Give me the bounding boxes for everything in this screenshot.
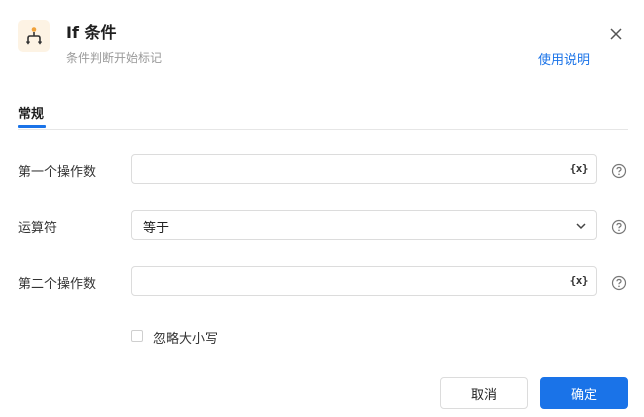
variable-icon[interactable]: {x} <box>570 162 589 175</box>
operand2-label: 第二个操作数 <box>18 277 97 292</box>
if-condition-dialog: If 条件 条件判断开始标记 使用说明 常规 第一个操作数 {x} 运算符 等于… <box>0 0 644 417</box>
branch-icon-svg <box>25 27 43 45</box>
operator-select[interactable]: 等于 <box>131 210 597 240</box>
help-circle-icon[interactable] <box>611 219 627 235</box>
cancel-button[interactable]: 取消 <box>440 377 528 409</box>
chevron-down-icon <box>576 223 586 230</box>
dialog-title: If 条件 <box>66 23 117 42</box>
ignore-case-checkbox[interactable] <box>131 330 143 342</box>
operator-label: 运算符 <box>18 221 58 236</box>
help-link[interactable]: 使用说明 <box>538 49 590 68</box>
branch-icon <box>18 20 50 52</box>
close-button[interactable] <box>606 24 626 44</box>
dialog-subtitle: 条件判断开始标记 <box>66 51 163 65</box>
tab-active-indicator <box>18 125 46 128</box>
operand2-input[interactable]: {x} <box>131 266 597 296</box>
operand1-input[interactable]: {x} <box>131 154 597 184</box>
variable-icon[interactable]: {x} <box>570 274 589 287</box>
tab-bar: 常规 <box>18 103 628 130</box>
ignore-case-label[interactable]: 忽略大小写 <box>153 328 218 347</box>
operand1-label: 第一个操作数 <box>18 165 97 180</box>
operator-value: 等于 <box>143 221 170 236</box>
help-circle-icon[interactable] <box>611 275 627 291</box>
help-circle-icon[interactable] <box>611 163 627 179</box>
confirm-button[interactable]: 确定 <box>540 377 628 409</box>
close-icon <box>610 28 622 40</box>
